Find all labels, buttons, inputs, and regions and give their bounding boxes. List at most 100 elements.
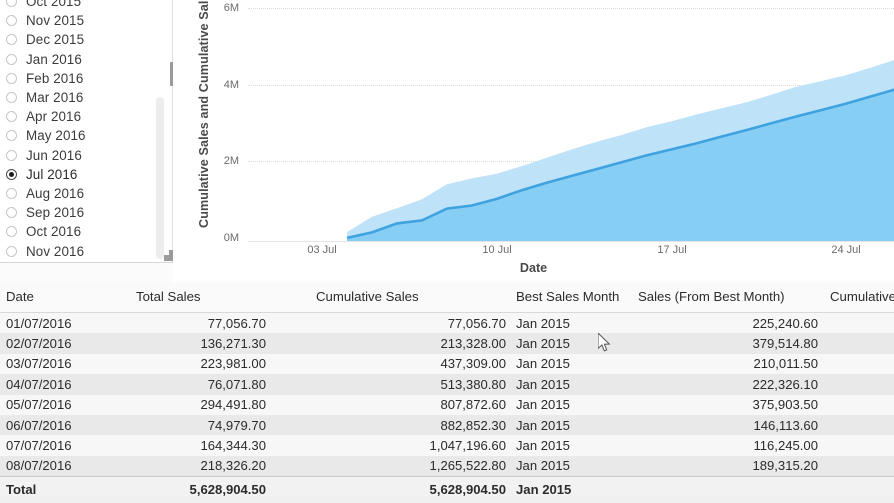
cell-sales-from-best-month-: 375,903.50 [632, 394, 824, 415]
cell-cumulative-sales: 882,852.30 [272, 414, 512, 436]
slicer-item-label: May 2016 [26, 128, 86, 144]
x-tick-17-jul: 17 Jul [657, 244, 687, 256]
slicer-item-dec-2015[interactable]: Dec 2015 [0, 30, 173, 49]
area-series-svg [248, 60, 894, 241]
cell-cumulative-sales: 1,047,196.60 [272, 435, 512, 456]
cell-cumulative-sales-best-month-: 1,675,355.10 [824, 435, 894, 456]
table-row[interactable]: 08/07/2016 218,326.20 1,265,522.80 Jan 2015… [0, 455, 894, 477]
cell-cumulative-sales: 513,380.80 [272, 374, 512, 395]
slicer-item-label: Nov 2016 [26, 243, 85, 259]
slicer-item-sep-2016[interactable]: Sep 2016 [0, 203, 173, 222]
radio-icon[interactable] [6, 245, 17, 257]
slicer-item-may-2016[interactable]: May 2016 [0, 126, 173, 145]
radio-icon[interactable] [6, 226, 17, 238]
table-row[interactable]: 02/07/2016 136,271.30 213,328.00 Jan 2015 37… [0, 333, 894, 354]
cell-best-sales-month: Jan 2015 [512, 333, 632, 354]
x-tick-03-jul: 03 Jul [307, 244, 337, 256]
radio-icon[interactable] [6, 130, 17, 142]
col-header-sales-from-best-month[interactable]: Sales (From Best Month) [632, 283, 824, 313]
slicer-item-nov-2015[interactable]: Nov 2015 [0, 11, 173, 30]
cell-cumulative-sales-best-month-: 814,766.90 [824, 353, 894, 375]
bottom-strip [0, 497, 894, 503]
cell-cumulative-sales: 1,265,522.80 [272, 455, 512, 477]
cell-cumulative-sales-best-month-: 1,559,110.10 [824, 414, 894, 436]
cell-date: 02/07/2016 [0, 333, 92, 354]
radio-icon[interactable] [6, 53, 17, 65]
cell-cumulative-sales-best-month-: 1,412,996.50 [824, 394, 894, 415]
cell-best-sales-month: Jan 2015 [512, 435, 632, 456]
col-header-date[interactable]: Date [0, 283, 92, 313]
radio-icon[interactable] [6, 111, 17, 123]
cell-total-sales: 294,491.80 [92, 394, 272, 415]
cell-best-sales-month: Jan 2015 [512, 374, 632, 395]
slicer-item-oct-2016[interactable]: Oct 2016 [0, 222, 173, 241]
x-axis-title: Date [519, 261, 548, 275]
cell-cumulative-sales: 807,872.60 [272, 394, 512, 415]
cell-sales-from-best-month-: 225,240.60 [632, 312, 824, 334]
cell-cumulative-sales-best-month-: 604,755.40 [824, 333, 894, 354]
y-tick-4m: 4M [223, 79, 239, 91]
radio-icon[interactable] [6, 92, 17, 104]
page-scrollbar[interactable] [156, 97, 164, 259]
table-row[interactable]: 05/07/2016 294,491.80 807,872.60 Jan 2015 37… [0, 394, 894, 415]
chart-plot-area[interactable] [248, 0, 894, 241]
cell-total-sales: 77,056.70 [92, 312, 272, 334]
slicer-item-label: Oct 2015 [26, 0, 82, 10]
radio-icon[interactable] [6, 0, 17, 8]
slicer-item-list[interactable]: Oct 2015 Nov 2015 Dec 2015 Jan 2016 Feb 2016… [0, 0, 173, 261]
report-canvas: Oct 2015 Nov 2015 Dec 2015 Jan 2016 Feb 2016… [0, 0, 894, 503]
radio-selected-icon[interactable] [6, 168, 17, 180]
y-axis-title: Cumulative Sales and Cumulative Sales (B… [197, 0, 211, 228]
cell-cumulative-sales-best-month-: 225,240.60 [824, 312, 894, 334]
table-row[interactable]: 07/07/2016 164,344.30 1,047,196.60 Jan 2015… [0, 435, 894, 456]
table-row[interactable]: 06/07/2016 74,979.70 882,852.30 Jan 2015 146… [0, 414, 894, 436]
slicer-item-jul-2016[interactable]: Jul 2016 [0, 165, 173, 184]
radio-icon[interactable] [6, 187, 17, 199]
cell-sales-from-best-month-: 146,113.60 [632, 414, 824, 436]
x-tick-10-jul: 10 Jul [482, 244, 512, 256]
x-axis-line [248, 241, 894, 242]
slicer-item-nov-2016[interactable]: Nov 2016 [0, 241, 173, 260]
slicer-item-feb-2016[interactable]: Feb 2016 [0, 69, 173, 88]
col-header-total-sales[interactable]: Total Sales [92, 283, 272, 313]
cell-sales-from-best-month-: 210,011.50 [632, 353, 824, 375]
table-row[interactable]: 03/07/2016 223,981.00 437,309.00 Jan 2015 21… [0, 353, 894, 375]
table-row[interactable]: 04/07/2016 76,071.80 513,380.80 Jan 2015 222… [0, 374, 894, 395]
cell-total-sales: 74,979.70 [92, 414, 272, 436]
col-header-cumulative-sales-best-month[interactable]: Cumulative Sales (Best Month) [824, 283, 894, 313]
month-year-slicer[interactable]: Oct 2015 Nov 2015 Dec 2015 Jan 2016 Feb 2016… [0, 0, 174, 263]
slicer-item-jan-2016[interactable]: Jan 2016 [0, 50, 173, 69]
radio-icon[interactable] [6, 15, 17, 27]
cell-cumulative-sales-best-month-: 1,864,670.30 [824, 455, 894, 477]
col-header-cumulative-sales[interactable]: Cumulative Sales [272, 283, 512, 313]
slicer-item-mar-2016[interactable]: Mar 2016 [0, 88, 173, 107]
slicer-item-label: Feb 2016 [26, 70, 84, 86]
cumulative-sales-area-chart[interactable]: Cumulative Sales and Cumulative Sales (B… [173, 0, 894, 282]
cell-total-sales: 223,981.00 [92, 353, 272, 375]
cell-date: 03/07/2016 [0, 353, 92, 375]
cell-sales-from-best-month-: 116,245.00 [632, 435, 824, 456]
y-tick-2m: 2M [223, 155, 239, 167]
slicer-item-oct-2015[interactable]: Oct 2015 [0, 0, 173, 11]
radio-icon[interactable] [6, 149, 17, 161]
col-header-best-sales-month[interactable]: Best Sales Month [512, 283, 632, 313]
radio-icon[interactable] [6, 34, 17, 46]
cell-total-sales: 218,326.20 [92, 455, 272, 477]
cell-best-sales-month: Jan 2015 [512, 414, 632, 436]
slicer-item-aug-2016[interactable]: Aug 2016 [0, 184, 173, 203]
cell-cumulative-sales: 213,328.00 [272, 333, 512, 354]
table-row[interactable]: 01/07/2016 77,056.70 77,056.70 Jan 2015 225,… [0, 312, 894, 334]
cell-date: 08/07/2016 [0, 455, 92, 477]
cell-best-sales-month: Jan 2015 [512, 312, 632, 334]
sales-table-visual[interactable]: Date Total Sales Cumulative Sales Best S… [0, 283, 894, 503]
cell-total-sales: 136,271.30 [92, 333, 272, 354]
slicer-item-jun-2016[interactable]: Jun 2016 [0, 146, 173, 165]
cell-date: 07/07/2016 [0, 435, 92, 456]
slicer-item-label: Oct 2016 [26, 224, 82, 240]
radio-icon[interactable] [6, 72, 17, 84]
cell-date: 04/07/2016 [0, 374, 92, 395]
cell-sales-from-best-month-: 222,326.10 [632, 374, 824, 395]
slicer-item-label: Jan 2016 [26, 51, 82, 67]
slicer-item-apr-2016[interactable]: Apr 2016 [0, 107, 173, 126]
radio-icon[interactable] [6, 207, 17, 219]
